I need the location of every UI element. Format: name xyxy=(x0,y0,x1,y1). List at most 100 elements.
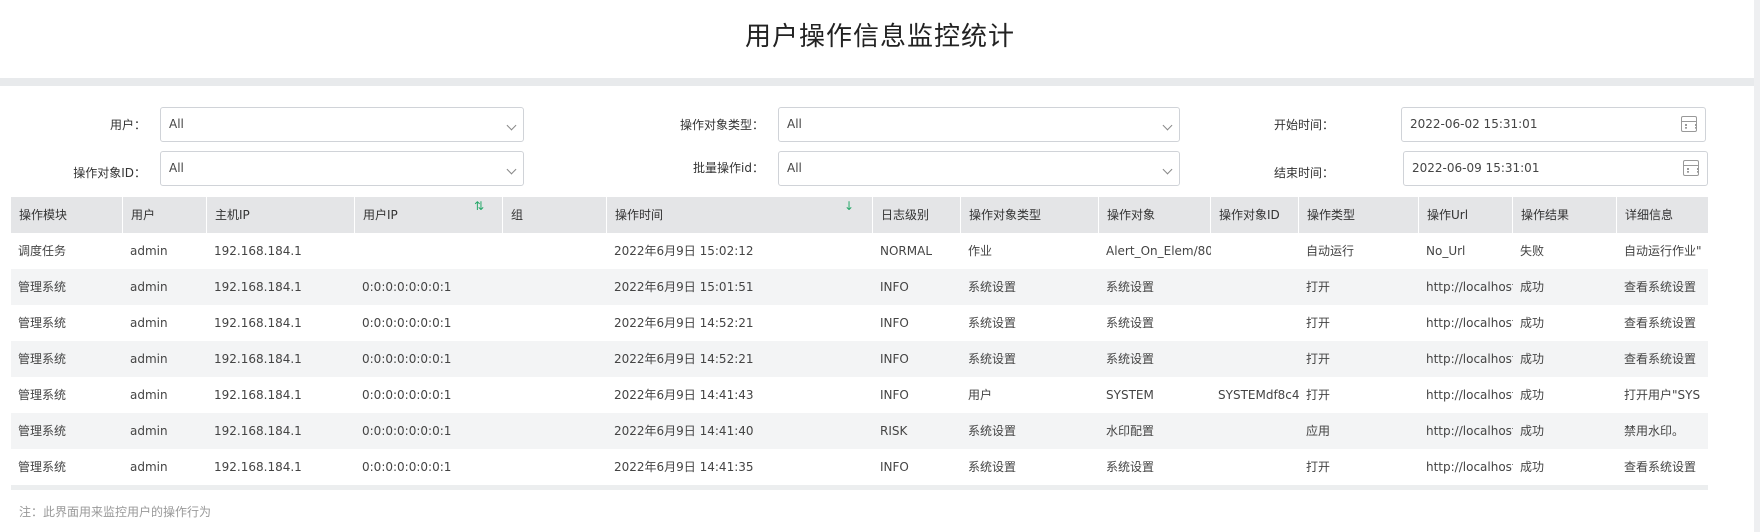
page-title: 用户操作信息监控统计 xyxy=(744,22,1015,52)
table-cell: 禁用水印。 xyxy=(1624,424,1685,438)
table-cell: INFO xyxy=(880,352,909,366)
table-cell: 成功 xyxy=(1520,388,1545,402)
table-cell: 2022年6月9日 14:52:21 xyxy=(614,352,754,366)
table-cell: http://localhost xyxy=(1426,316,1513,330)
table-cell: 成功 xyxy=(1520,460,1545,474)
end-time-value: 2022-06-09 15:31:01 xyxy=(1412,161,1540,175)
table-cell xyxy=(503,449,607,485)
start-time-label: 开始时间： xyxy=(1273,118,1334,132)
user-select-value: All xyxy=(169,117,184,131)
table-row[interactable]: 管理系统 admin 192.168.184.1 0:0:0:0:0:0:0:1 202… xyxy=(11,413,1708,449)
table-cell: INFO xyxy=(880,460,909,474)
calendar-icon[interactable] xyxy=(1681,116,1697,132)
table-cell: http://localhost xyxy=(1426,424,1513,438)
sort-descending-icon[interactable]: ↓ xyxy=(844,199,854,213)
table-cell: 打开 xyxy=(1306,388,1331,402)
table-cell: 2022年6月9日 15:01:51 xyxy=(614,280,754,294)
table-cell: RISK xyxy=(880,424,908,438)
user-select[interactable]: All xyxy=(160,107,524,142)
table-cell: admin xyxy=(130,352,168,366)
table-cell: 查看系统设置 xyxy=(1624,280,1697,294)
column-header[interactable]: 操作对象类型 xyxy=(961,197,1099,233)
table-cell: 调度任务 xyxy=(18,244,67,258)
table-cell xyxy=(1211,449,1299,485)
column-header[interactable]: 用户 xyxy=(123,197,207,233)
operations-table: 操作模块 用户 主机IP 用户IP 组 操作时间 日志级别 操作对象类型 操作对… xyxy=(11,197,1708,490)
object-type-select[interactable]: All xyxy=(778,107,1180,142)
table-cell: 自动运行作业" xyxy=(1624,244,1702,258)
table-cell: 192.168.184.1 xyxy=(214,424,302,438)
object-id-select[interactable]: All xyxy=(160,151,524,186)
column-header[interactable]: 操作结果 xyxy=(1513,197,1617,233)
table-row[interactable]: 管理系统 admin 192.168.184.1 0:0:0:0:0:0:0:1 202… xyxy=(11,449,1708,485)
column-header[interactable]: 操作模块 xyxy=(11,197,123,233)
table-cell: 系统设置 xyxy=(968,352,1017,366)
table-cell xyxy=(503,341,607,377)
table-cell: INFO xyxy=(880,316,909,330)
chevron-down-icon xyxy=(1162,120,1173,131)
table-cell: 用户 xyxy=(968,388,993,402)
column-header[interactable]: 操作时间 xyxy=(607,197,873,233)
table-cell: 192.168.184.1 xyxy=(214,388,302,402)
chevron-down-icon xyxy=(1162,164,1173,175)
table-cell: 192.168.184.1 xyxy=(214,460,302,474)
table-cell: 水印配置 xyxy=(1106,424,1155,438)
table-row[interactable]: 管理系统 admin 192.168.184.1 0:0:0:0:0:0:0:1 202… xyxy=(11,377,1708,413)
table-cell: 管理系统 xyxy=(18,424,67,438)
table-row[interactable]: 管理系统 admin 192.168.184.1 0:0:0:0:0:0:0:1 202… xyxy=(11,269,1708,305)
table-cell: 系统设置 xyxy=(1106,280,1155,294)
table-cell: 管理系统 xyxy=(18,388,67,402)
calendar-icon[interactable] xyxy=(1683,160,1699,176)
table-cell: 查看系统设置 xyxy=(1624,316,1697,330)
batch-id-filter-label: 批量操作id： xyxy=(693,161,764,175)
table-row[interactable]: 调度任务 admin 192.168.184.1 2022年6月9日 15:02:12… xyxy=(11,233,1708,269)
object-id-filter-label: 操作对象ID： xyxy=(73,166,146,180)
end-time-input[interactable]: 2022-06-09 15:31:01 xyxy=(1403,151,1708,186)
sort-both-icon[interactable]: ⇅ xyxy=(474,199,484,213)
table-row[interactable]: 管理系统 admin 192.168.184.1 0:0:0:0:0:0:0:1 202… xyxy=(11,341,1708,377)
table-cell xyxy=(503,269,607,305)
table-cell xyxy=(1211,305,1299,341)
table-cell: 管理系统 xyxy=(18,316,67,330)
table-cell: 系统设置 xyxy=(968,424,1017,438)
column-header[interactable]: 操作类型 xyxy=(1299,197,1419,233)
table-cell xyxy=(503,377,607,413)
table-cell: 成功 xyxy=(1520,280,1545,294)
page-header: 用户操作信息监控统计 xyxy=(0,0,1760,78)
table-cell: 2022年6月9日 14:41:40 xyxy=(614,424,754,438)
table-row[interactable]: 管理系统 admin 192.168.184.1 0:0:0:0:0:0:0:1 202… xyxy=(11,305,1708,341)
table-cell: 成功 xyxy=(1520,316,1545,330)
column-header[interactable]: 组 xyxy=(503,197,607,233)
table-cell: 2022年6月9日 15:02:12 xyxy=(614,244,754,258)
table-cell xyxy=(503,413,607,449)
table-cell: SYSTEM xyxy=(1106,388,1154,402)
table-cell: http://localhost xyxy=(1426,388,1513,402)
column-header[interactable]: 主机IP xyxy=(207,197,355,233)
table-cell: http://localhost xyxy=(1426,280,1513,294)
table-cell: 2022年6月9日 14:41:43 xyxy=(614,388,754,402)
footer-note: 注：此界面用来监控用户的操作行为 xyxy=(19,505,212,519)
table-cell: admin xyxy=(130,244,168,258)
table-cell: 0:0:0:0:0:0:0:1 xyxy=(362,352,452,366)
table-cell: SYSTEMdf8c4 xyxy=(1218,388,1299,402)
table-body: 调度任务 admin 192.168.184.1 2022年6月9日 15:02:12… xyxy=(11,233,1708,485)
table-cell: 192.168.184.1 xyxy=(214,280,302,294)
table-cell: 0:0:0:0:0:0:0:1 xyxy=(362,388,452,402)
column-header[interactable]: 操作对象 xyxy=(1099,197,1211,233)
table-cell: 打开用户"SYS xyxy=(1624,388,1701,402)
column-header[interactable]: 操作对象ID xyxy=(1211,197,1299,233)
table-header: 操作模块 用户 主机IP 用户IP 组 操作时间 日志级别 操作对象类型 操作对… xyxy=(11,197,1708,233)
table-cell xyxy=(503,233,607,269)
column-header[interactable]: 操作Url xyxy=(1419,197,1513,233)
scrollbar-track[interactable] xyxy=(1754,0,1760,532)
batch-id-select[interactable]: All xyxy=(778,151,1180,186)
start-time-input[interactable]: 2022-06-02 15:31:01 xyxy=(1401,107,1706,142)
table-cell: 0:0:0:0:0:0:0:1 xyxy=(362,316,452,330)
table-cell: Alert_On_Elem/80 xyxy=(1106,244,1211,258)
table-cell: 作业 xyxy=(968,244,993,258)
column-header[interactable]: 日志级别 xyxy=(873,197,961,233)
end-time-label: 结束时间： xyxy=(1273,166,1334,180)
start-time-value: 2022-06-02 15:31:01 xyxy=(1410,117,1538,131)
table-cell: 成功 xyxy=(1520,424,1545,438)
column-header[interactable]: 详细信息 xyxy=(1617,197,1708,233)
